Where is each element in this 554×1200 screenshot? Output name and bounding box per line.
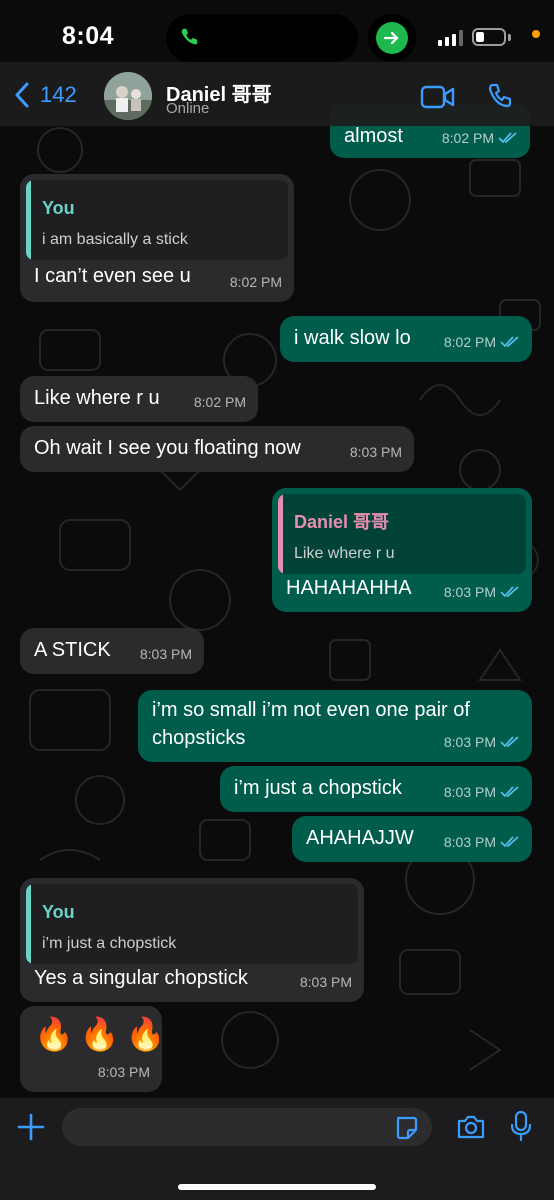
double-check-read-icon [500, 786, 519, 798]
video-call-icon[interactable] [420, 84, 456, 110]
battery-cap [508, 34, 511, 41]
phone-call-icon [181, 28, 198, 45]
message-text-line-1: i’m so small i’m not even one pair of [152, 699, 470, 721]
quote-text: i’m just a chopstick [42, 935, 177, 952]
message-text: I can’t even see u [34, 265, 191, 287]
message-time: 8:02 PM [193, 394, 246, 410]
contact-status: Online [166, 100, 210, 117]
microphone-icon[interactable] [510, 1110, 532, 1142]
message-text: 🔥🔥🔥 [34, 1016, 172, 1052]
message-time: 8:03 PM [139, 646, 192, 662]
message-time: 8:03 PM [97, 1064, 150, 1080]
status-bar: 8:04 [0, 0, 554, 78]
message-text: Like where r u [34, 387, 160, 409]
message-text: A STICK [34, 639, 111, 661]
quote-text: Like where r u [294, 545, 395, 562]
double-check-read-icon [500, 586, 519, 598]
message-text: HAHAHAHHA [286, 577, 412, 599]
message-incoming[interactable]: Oh wait I see you floating now 8:03 PM [20, 426, 414, 472]
back-button[interactable]: 142 [14, 82, 77, 108]
message-time: 8:03 PM [299, 974, 352, 990]
double-check-read-icon [500, 836, 519, 848]
message-outgoing[interactable]: Daniel 哥哥 Like where r u HAHAHAHHA 8:03 … [272, 488, 532, 612]
message-text: i’m just a chopstick [234, 777, 402, 799]
arrow-right-icon [383, 31, 399, 45]
message-text: almost [344, 125, 403, 147]
message-text: i walk slow lo [294, 327, 411, 349]
message-text: Oh wait I see you floating now [34, 437, 301, 459]
cellular-signal-icon [438, 30, 463, 46]
quote-text: i am basically a stick [42, 231, 188, 248]
message-outgoing[interactable]: i’m so small i’m not even one pair of ch… [138, 690, 532, 762]
message-outgoing[interactable]: i’m just a chopstick 8:03 PM [220, 766, 532, 812]
reply-quote[interactable]: You i’m just a chopstick [26, 884, 358, 964]
status-time: 8:04 [62, 22, 115, 50]
avatar[interactable] [104, 72, 152, 120]
quote-author: You [42, 902, 75, 922]
message-time: 8:02 PM [443, 334, 496, 350]
message-text: Yes a singular chopstick [34, 967, 248, 989]
message-time: 8:03 PM [443, 734, 496, 750]
phone-call-button-icon[interactable] [486, 82, 514, 110]
message-time: 8:02 PM [229, 274, 282, 290]
double-check-read-icon [498, 132, 517, 144]
call-indicator[interactable] [368, 14, 416, 62]
privacy-indicator-dot [532, 30, 540, 38]
message-outgoing[interactable]: AHAHAJJW 8:03 PM [292, 816, 532, 862]
quote-author: Daniel 哥哥 [294, 512, 390, 532]
plus-icon[interactable] [16, 1112, 46, 1142]
message-incoming[interactable]: You i’m just a chopstick Yes a singular … [20, 878, 364, 1002]
message-incoming[interactable]: A STICK 8:03 PM [20, 628, 204, 674]
message-text: AHAHAJJW [306, 827, 414, 849]
double-check-read-icon [500, 336, 519, 348]
battery-icon [472, 28, 506, 46]
avatar-photo [104, 72, 152, 120]
message-time: 8:03 PM [349, 444, 402, 460]
quote-author: You [42, 198, 75, 218]
chevron-left-icon [15, 82, 29, 108]
message-list[interactable]: almost 8:02 PM You i am basically a stic… [0, 0, 554, 1200]
double-check-read-icon [500, 736, 519, 748]
message-time: 8:03 PM [443, 784, 496, 800]
message-incoming[interactable]: Like where r u 8:02 PM [20, 376, 258, 422]
message-input[interactable] [62, 1108, 432, 1146]
reply-quote[interactable]: Daniel 哥哥 Like where r u [278, 494, 526, 574]
message-incoming[interactable]: You i am basically a stick I can’t even … [20, 174, 294, 302]
dynamic-island[interactable] [166, 14, 358, 62]
composer-bar [0, 1098, 554, 1200]
unread-count: 142 [40, 82, 77, 107]
home-indicator[interactable] [178, 1184, 376, 1190]
message-time: 8:02 PM [441, 130, 494, 146]
reply-quote[interactable]: You i am basically a stick [26, 180, 288, 260]
message-outgoing[interactable]: i walk slow lo 8:02 PM [280, 316, 532, 362]
message-incoming-emoji[interactable]: 🔥🔥🔥 8:03 PM [20, 1006, 166, 1092]
sticker-icon[interactable] [394, 1116, 418, 1140]
message-time: 8:03 PM [443, 584, 496, 600]
message-text-line-2: chopsticks [152, 727, 246, 749]
message-time: 8:03 PM [443, 834, 496, 850]
camera-icon[interactable] [456, 1114, 486, 1140]
